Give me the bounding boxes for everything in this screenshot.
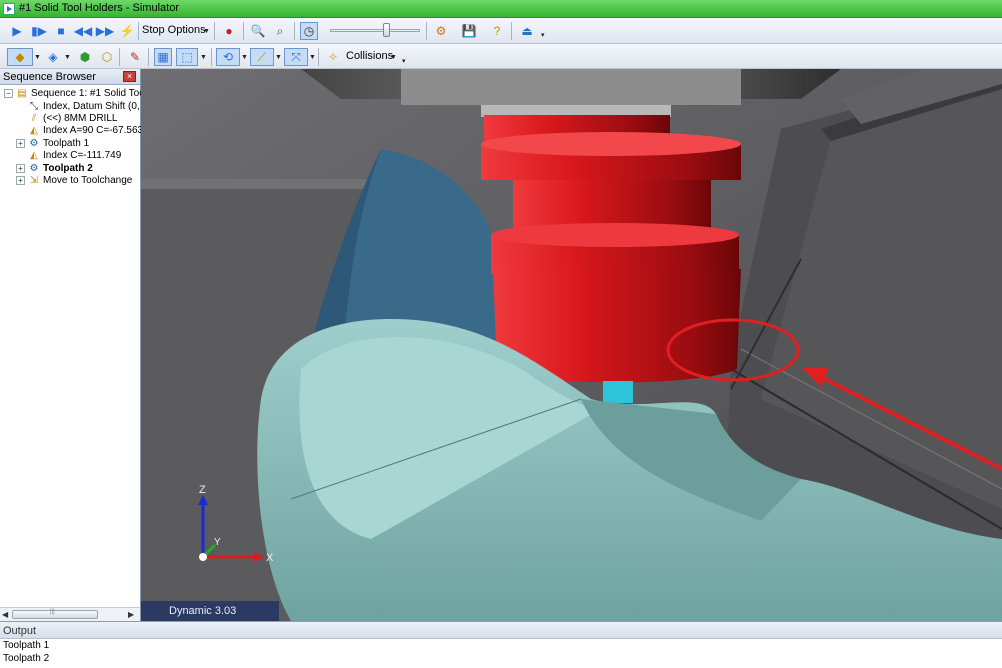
- toolchange-icon: ⇲: [29, 174, 39, 186]
- sequence-icon: ▤: [17, 87, 27, 99]
- spindle-ring: [401, 69, 741, 105]
- tree-item[interactable]: + ⇲ Move to Toolchange: [16, 174, 132, 186]
- close-icon[interactable]: ×: [123, 71, 136, 82]
- x-axis-label: X: [266, 552, 274, 564]
- y-axis-label: Y: [214, 537, 221, 548]
- show-machine-dropdown-icon[interactable]: ▼: [64, 54, 71, 61]
- scroll-right-icon[interactable]: ▶: [128, 610, 134, 619]
- z-axis-label: Z: [199, 484, 206, 496]
- record-icon[interactable]: ●: [220, 22, 238, 40]
- eject-icon[interactable]: ⏏: [518, 22, 536, 40]
- view-orientation-dropdown-icon[interactable]: ▼: [200, 54, 207, 61]
- section-view-icon[interactable]: ⤧: [284, 48, 308, 66]
- expand-icon[interactable]: +: [16, 175, 25, 185]
- output-line: Toolpath 2: [3, 653, 50, 664]
- speed-slider-track[interactable]: [330, 29, 420, 32]
- index-icon: ◭: [30, 149, 38, 161]
- expand-icon[interactable]: +: [16, 138, 25, 148]
- sequence-browser-panel: Sequence Browser × − ▤ Sequence 1: #1 So…: [0, 69, 151, 621]
- show-holder-icon[interactable]: ⬡: [98, 48, 116, 66]
- sequence-browser-title: Sequence Browser: [3, 71, 96, 83]
- run-to-end-icon[interactable]: ⚡: [118, 22, 136, 40]
- collisions-dropdown-icon[interactable]: ▼: [390, 54, 397, 61]
- help-icon[interactable]: ?: [488, 22, 506, 40]
- toolbar1-overflow-icon[interactable]: ▾: [541, 31, 545, 39]
- save-icon[interactable]: 💾: [460, 22, 478, 40]
- index-icon: ◭: [30, 124, 38, 136]
- show-machine-icon[interactable]: ◈: [44, 48, 62, 66]
- stop-options-button[interactable]: Stop Options: [142, 24, 206, 36]
- fast-forward-icon[interactable]: ▶▶: [96, 22, 114, 40]
- simulation-status: Dynamic 3.03: [141, 601, 279, 621]
- drill-icon: ⫽: [31, 112, 37, 124]
- tree-item[interactable]: + ⚙ Toolpath 2: [16, 162, 93, 174]
- collapse-icon[interactable]: −: [4, 88, 13, 98]
- show-stock-dropdown-icon[interactable]: ▼: [34, 54, 41, 61]
- simulation-viewport[interactable]: Z Y X: [141, 69, 1002, 621]
- tree-item[interactable]: − ▤ Sequence 1: #1 Solid Tool: [4, 87, 147, 99]
- stop-options-dropdown-icon[interactable]: ▼: [203, 28, 210, 35]
- section-view-dropdown-icon[interactable]: ▼: [309, 54, 316, 61]
- show-tool-icon[interactable]: ⬢: [76, 48, 94, 66]
- tree-item[interactable]: ◭ Index C=-111.749: [28, 149, 121, 161]
- toolpath-icon: ⚙: [29, 137, 39, 149]
- holder-collar-bottom-face: [491, 223, 739, 247]
- axis-origin: [199, 553, 207, 561]
- toolbar2-overflow-icon[interactable]: ▾: [402, 57, 406, 65]
- view-toolbar: ◆ ▼ ◈ ▼ ⬢ ⬡ ✎ ▦ ⬚ ▼ ⟲ ▼ ⟋ ▼ ⤧ ▼ ✧ Collis…: [0, 44, 1002, 69]
- scrollbar-thumb[interactable]: [12, 610, 98, 619]
- toolpath-icon: ⚙: [29, 162, 39, 174]
- viewport-scene: Z Y X: [141, 69, 1002, 621]
- view-mode-icon[interactable]: ▦: [154, 48, 172, 66]
- settings-icon[interactable]: ⚙: [432, 22, 450, 40]
- collisions-button[interactable]: Collisions: [346, 50, 393, 62]
- speed-dial-icon[interactable]: ◷: [300, 22, 318, 40]
- stop-icon[interactable]: ■: [52, 22, 70, 40]
- tree-item[interactable]: ⫽ (<<) 8MM DRILL: [28, 112, 118, 124]
- show-toolpath-icon[interactable]: ✎: [126, 48, 144, 66]
- output-panel: Output Toolpath 1 Toolpath 2: [0, 621, 1002, 668]
- window-title: #1 Solid Tool Holders - Simulator: [19, 2, 179, 14]
- tree-item[interactable]: ⤡ Index, Datum Shift (0, 0,: [28, 100, 151, 112]
- datum-icon: ⤡: [30, 100, 38, 112]
- rotate-view-dropdown-icon[interactable]: ▼: [241, 54, 248, 61]
- output-title: Output: [0, 622, 1002, 639]
- expand-icon[interactable]: +: [16, 163, 25, 173]
- speed-slider-thumb[interactable]: [383, 23, 390, 37]
- title-bar: #1 Solid Tool Holders - Simulator: [0, 0, 1002, 18]
- rotate-view-icon[interactable]: ⟲: [216, 48, 240, 66]
- app-icon: [3, 3, 15, 15]
- scrollbar-grip-icon: |||: [50, 609, 55, 615]
- drill-tip: [603, 381, 633, 403]
- rewind-icon[interactable]: ◀◀: [74, 22, 92, 40]
- main-toolbar: ▶ ▮▶ ■ ◀◀ ▶▶ ⚡ Stop Options ▼ ● 🔍 ⌕ ◷ ⚙ …: [0, 18, 1002, 44]
- step-icon[interactable]: ▮▶: [30, 22, 48, 40]
- horizontal-scrollbar[interactable]: ◀ ||| ▶: [0, 607, 140, 621]
- sequence-browser-header: Sequence Browser ×: [0, 69, 140, 85]
- play-icon[interactable]: ▶: [8, 22, 26, 40]
- tree-item[interactable]: + ⚙ Toolpath 1: [16, 137, 89, 149]
- holder-collar-top-face: [481, 132, 741, 156]
- output-line: Toolpath 1: [3, 640, 50, 651]
- clip-plane-icon[interactable]: ⟋: [250, 48, 274, 66]
- view-orientation-icon[interactable]: ⬚: [176, 48, 198, 66]
- scroll-left-icon[interactable]: ◀: [2, 610, 8, 619]
- zoom-icon[interactable]: 🔍: [249, 22, 267, 40]
- tree-item[interactable]: ◭ Index A=90 C=-67.563: [28, 124, 143, 136]
- zoom-fit-icon[interactable]: ⌕: [271, 22, 289, 40]
- show-stock-icon[interactable]: ◆: [7, 48, 33, 66]
- clip-plane-dropdown-icon[interactable]: ▼: [275, 54, 282, 61]
- machine-wall-edge: [141, 179, 391, 189]
- collisions-icon[interactable]: ✧: [324, 48, 342, 66]
